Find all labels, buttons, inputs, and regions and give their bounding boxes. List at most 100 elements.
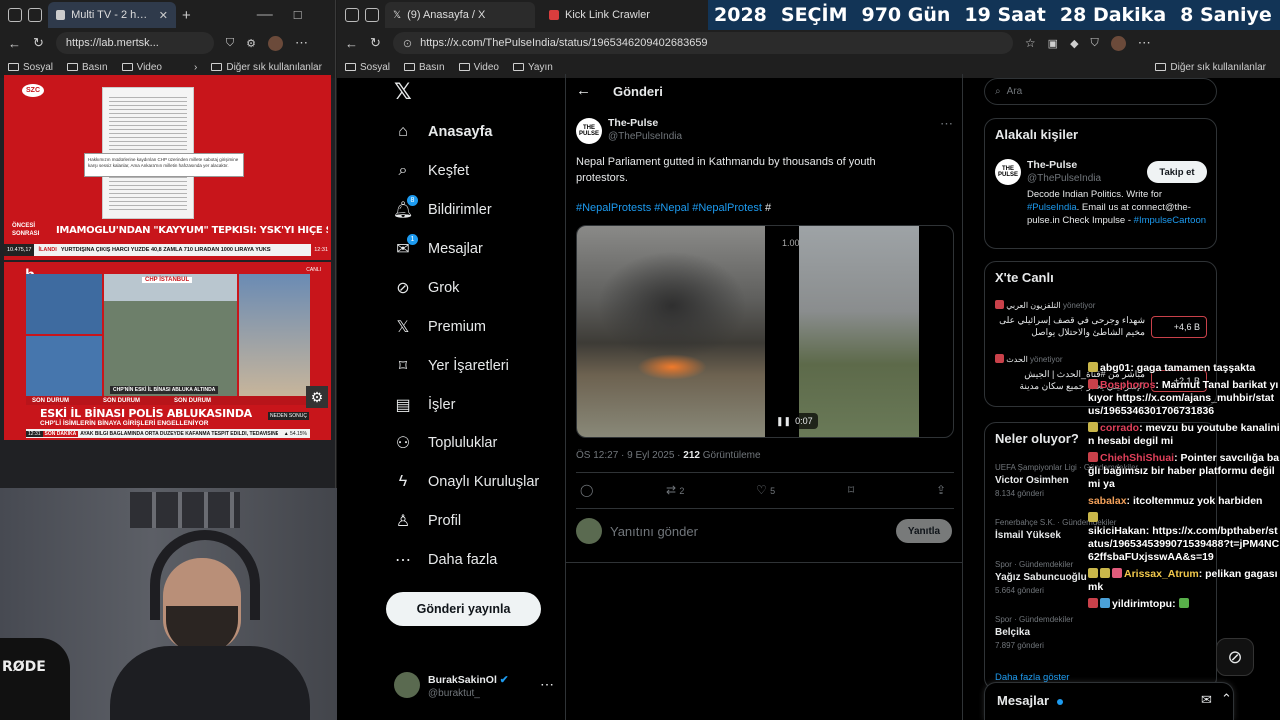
- nav-explore[interactable]: ⌕ Keşfet: [394, 162, 470, 180]
- post-button[interactable]: Gönderi yayınla: [386, 592, 541, 626]
- bookmark-other[interactable]: Diğer sık kullanılanlar: [1155, 62, 1280, 73]
- bookmark-broadcast[interactable]: Yayın: [513, 62, 553, 73]
- tv1-logo: SZC: [22, 84, 44, 97]
- extension-icon[interactable]: ▣: [1048, 37, 1058, 50]
- trend-item[interactable]: Spor · Gündemdekiler Yağız Sabuncuoğlu 5.6…: [995, 560, 1087, 595]
- author-handle[interactable]: @ThePulseIndia: [608, 131, 682, 142]
- folder-icon: [211, 62, 223, 71]
- cam-frames: [130, 492, 240, 528]
- bookmark-video[interactable]: Video: [458, 62, 499, 73]
- x-favicon-icon: 𝕏: [393, 9, 402, 21]
- tab-actions-icon[interactable]: [365, 8, 379, 22]
- pause-icon[interactable]: ❚❚: [776, 416, 791, 427]
- like-button[interactable]: ♡ 5: [756, 483, 775, 497]
- trend-item[interactable]: Spor · Gündemdekiler Belçika 7.897 gönderi: [995, 615, 1073, 650]
- live-item-1[interactable]: التلفزيون العربي yönetiyor شهداء وجرحى ف…: [995, 300, 1210, 348]
- badge-icon: [1100, 598, 1110, 608]
- menu-dots-icon[interactable]: ⋯: [295, 35, 308, 51]
- related-handle[interactable]: @ThePulseIndia: [1027, 173, 1101, 184]
- chat-message: sabalax: itcoltemmuz yok harbiden: [1088, 495, 1263, 507]
- bookmark-press[interactable]: Basın: [67, 62, 108, 73]
- related-avatar[interactable]: THE PULSE: [995, 159, 1021, 185]
- nav-messages[interactable]: ✉ 1 Mesajlar: [394, 234, 483, 258]
- home-icon: ⌂: [398, 123, 408, 140]
- share-icon[interactable]: ⇪: [936, 483, 946, 497]
- badge-icon: [1088, 422, 1098, 432]
- tab-x[interactable]: 𝕏 (9) Anasayfa / X: [385, 2, 535, 28]
- site-info-icon[interactable]: ⊙: [403, 37, 412, 50]
- tv-stream-1[interactable]: SZC Hakkımızın müdürlerine kaydırılan CH…: [4, 75, 331, 260]
- right-address-bar[interactable]: ⊙ https://x.com/ThePulseIndia/status/196…: [392, 32, 1013, 54]
- bookmark-video[interactable]: Video: [121, 62, 162, 73]
- post-video[interactable]: 1.00 ❚❚ 0:07: [576, 225, 954, 438]
- related-name[interactable]: The-Pulse: [1027, 159, 1077, 171]
- action-bar: ◯ ⇄ 2 ♡ 5 ⌑ ⇪: [576, 483, 954, 501]
- post-meta: ÖS 12:27 · 9 Eyl 2025 · 212 Görüntüleme: [576, 450, 761, 461]
- author-avatar[interactable]: THE PULSE: [576, 118, 602, 144]
- menu-dots-icon[interactable]: ⋯: [1138, 35, 1151, 51]
- nav-grok[interactable]: ⊘ Grok: [394, 279, 459, 297]
- retweet-button[interactable]: ⇄ 2: [666, 483, 684, 497]
- workspaces-icon[interactable]: [345, 8, 359, 22]
- back-arrow-icon[interactable]: ←: [576, 82, 591, 99]
- mail-icon: ✉ 1: [394, 234, 418, 258]
- lightning-icon: ϟ: [398, 473, 408, 490]
- tab-close-icon[interactable]: ✕: [159, 9, 168, 22]
- follow-button[interactable]: Takip et: [1147, 161, 1207, 183]
- hashtag-link[interactable]: #NepalProtests: [576, 202, 651, 214]
- x-logo-icon[interactable]: 𝕏: [394, 80, 412, 105]
- back-icon[interactable]: ←: [345, 36, 358, 51]
- tv1-quote-box: Hakkımızın müdürlerine kaydırılan CHP üz…: [84, 153, 244, 177]
- tab-actions-icon[interactable]: [28, 8, 42, 22]
- hashtag-link[interactable]: #Nepal: [654, 202, 689, 214]
- video-time: 0:07: [795, 416, 813, 426]
- bookmark-icon[interactable]: ⌑: [848, 483, 854, 497]
- grok-icon: ⊘: [396, 280, 410, 297]
- video-controls[interactable]: ❚❚ 0:07: [771, 413, 818, 429]
- shield-icon[interactable]: ⛉: [1091, 37, 1099, 50]
- reload-icon[interactable]: ↻: [33, 35, 44, 51]
- nav-more[interactable]: ⋯ Daha fazla: [394, 551, 497, 569]
- nav-bookmarks[interactable]: ⌑ Yer İşaretleri: [394, 357, 509, 375]
- nav-home[interactable]: ⌂ Anasayfa: [394, 123, 492, 141]
- author-name[interactable]: The-Pulse: [608, 117, 658, 129]
- nav-notifications[interactable]: 🔔︎ 8 Bildirimler: [393, 195, 492, 219]
- more-dots-icon[interactable]: ⋯: [540, 676, 554, 693]
- new-tab-icon[interactable]: +: [182, 7, 191, 24]
- reply-button[interactable]: Yanıtla: [896, 519, 952, 543]
- nav-jobs[interactable]: ▤ İşler: [394, 396, 455, 414]
- hashtag-link[interactable]: #NepalProtest: [692, 202, 762, 214]
- chevron-right-icon[interactable]: ›: [194, 62, 197, 73]
- post-more-icon[interactable]: ⋯: [940, 116, 953, 132]
- shield-icon[interactable]: ⛉: [226, 37, 234, 50]
- bookmark-other[interactable]: Diğer sık kullanılanlar: [211, 62, 322, 73]
- reply-input[interactable]: Yanıtını gönder: [610, 524, 698, 539]
- extensions-icon[interactable]: ⚙: [246, 37, 256, 50]
- search-box[interactable]: ⌕ Ara: [984, 78, 1217, 105]
- hashtag-link[interactable]: #: [765, 202, 771, 214]
- nav-communities[interactable]: ⚇ Topluluklar: [394, 434, 498, 452]
- minimize-icon[interactable]: —: [257, 6, 273, 24]
- right-nav-row: ← ↻ ⊙ https://x.com/ThePulseIndia/status…: [337, 30, 1280, 56]
- left-address-bar[interactable]: https://lab.mertsk...: [55, 32, 214, 54]
- maximize-icon[interactable]: ☐: [293, 9, 303, 22]
- workspaces-icon[interactable]: [8, 8, 22, 22]
- back-icon[interactable]: ←: [8, 36, 21, 51]
- nav-verified-orgs[interactable]: ϟ Onaylı Kuruluşlar: [394, 473, 539, 491]
- extension2-icon[interactable]: ◆: [1070, 37, 1078, 50]
- favorites-star-icon[interactable]: ☆: [1025, 36, 1036, 50]
- tv2-settings-icon[interactable]: ⚙: [306, 386, 328, 408]
- tab-kick-crawler[interactable]: Kick Link Crawler: [541, 2, 691, 28]
- nav-premium[interactable]: 𝕏 Premium: [394, 318, 486, 336]
- bookmark-social[interactable]: Sosyal: [345, 62, 390, 73]
- profile-avatar[interactable]: [268, 35, 284, 51]
- nav-profile[interactable]: ♙ Profil: [394, 512, 461, 530]
- account-switcher[interactable]: BurakSakinOl ✔ @buraktut_ ⋯: [394, 672, 554, 702]
- reload-icon[interactable]: ↻: [370, 35, 381, 51]
- profile-avatar[interactable]: [1110, 35, 1126, 51]
- tv-stream-2[interactable]: h CANLI CHP İSTANBUL CHP'NİN ESKİ İL BİN…: [4, 262, 331, 440]
- reply-icon[interactable]: ◯: [580, 483, 593, 497]
- tab-multi-tv[interactable]: Multi TV - 2 haber kanalı ✕: [48, 2, 176, 28]
- bookmark-social[interactable]: Sosyal: [8, 62, 53, 73]
- bookmark-press[interactable]: Basın: [404, 62, 445, 73]
